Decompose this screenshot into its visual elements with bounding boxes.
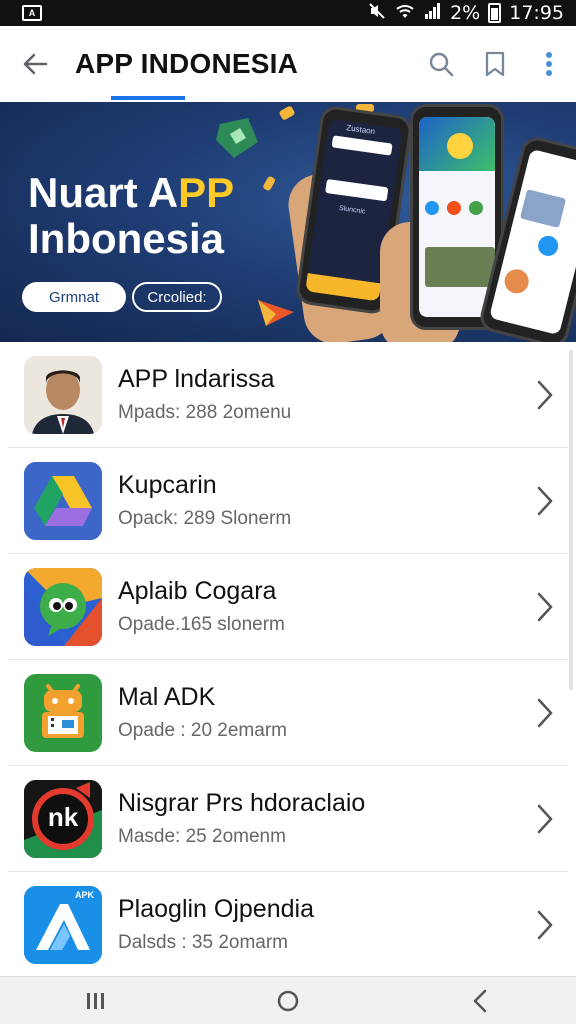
- chat-bubble-eyes-icon: [24, 567, 102, 646]
- app-list: APP lndarissa Mpads: 288 2omenu Kupcarin…: [8, 342, 568, 976]
- scrollbar[interactable]: [569, 350, 573, 690]
- banner-title: Nuart APP Inbonesia: [28, 170, 234, 262]
- app-subtitle: Mpads: 288 2omenu: [118, 402, 292, 423]
- banner-secondary-button[interactable]: Crcolied:: [132, 282, 222, 312]
- clock: 17:95: [509, 2, 564, 24]
- page-title: APP INDONESIA: [75, 48, 299, 79]
- chevron-right-icon: [537, 380, 553, 410]
- confetti-icon: [276, 102, 300, 131]
- speed-dial-icon: nk: [24, 779, 102, 858]
- apk-logo-text: APK: [74, 889, 94, 900]
- mute-icon: [368, 2, 386, 25]
- chevron-right-icon: [537, 698, 553, 728]
- promo-banner[interactable]: Nuart APP Inbonesia Grmnat Crcolied: Zus…: [0, 102, 576, 342]
- banner-title-line2: Inbonesia: [28, 215, 225, 262]
- phone-screen-text: Zustaon: [345, 123, 376, 137]
- app-title: Aplaib Cogara: [118, 577, 277, 605]
- app-title: Nisgrar Prs hdoraclaio: [118, 789, 366, 817]
- banner-title-line1: Nuart A: [28, 169, 179, 216]
- list-item[interactable]: nk Nisgrar Prs hdoraclaio Masde: 25 2ome…: [8, 766, 568, 872]
- app-title: Plaoglin Ojpendia: [118, 895, 314, 923]
- notification-app-icon: A: [22, 5, 42, 21]
- recents-icon[interactable]: [66, 977, 126, 1024]
- app-subtitle: Masde: 25 2omenm: [118, 826, 286, 847]
- wifi-icon: [394, 2, 416, 25]
- chevron-right-icon: [537, 486, 553, 516]
- app-subtitle: Opade : 20 2emarm: [118, 720, 287, 741]
- list-item[interactable]: Aplaib Cogara Opade.165 slonerm: [8, 554, 568, 660]
- apk-logo-icon: APK: [24, 885, 102, 964]
- signal-icon: [424, 2, 442, 25]
- confetti-icon: [262, 174, 278, 199]
- android-box-icon: [24, 673, 102, 752]
- tab-indicator: [111, 96, 185, 100]
- list-item[interactable]: Kupcarin Opack: 289 Slonerm: [8, 448, 568, 554]
- chevron-right-icon: [537, 804, 553, 834]
- back-arrow-icon[interactable]: [0, 26, 70, 102]
- banner-primary-button[interactable]: Grmnat: [22, 282, 126, 312]
- more-vert-icon[interactable]: [522, 26, 576, 102]
- drive-triangle-icon: [24, 461, 102, 540]
- back-icon[interactable]: [450, 977, 510, 1024]
- battery-icon: [488, 3, 502, 23]
- chevron-right-icon: [537, 592, 553, 622]
- speed-dial-icon-text: nk: [47, 801, 79, 832]
- app-title: APP lndarissa: [118, 365, 275, 393]
- phone-screen-caption: Sluncnic: [338, 204, 366, 216]
- gem-icon: [210, 114, 262, 167]
- bookmark-icon[interactable]: [468, 26, 522, 102]
- list-item[interactable]: APP lndarissa Mpads: 288 2omenu: [8, 342, 568, 448]
- list-item[interactable]: APK Plaoglin Ojpendia Dalsds : 35 2omarm: [8, 872, 568, 976]
- status-bar: A 2% 17:95: [0, 0, 576, 26]
- person-photo-icon: [24, 355, 102, 434]
- banner-title-accent: PP: [178, 169, 235, 216]
- battery-percent: 2%: [450, 2, 481, 24]
- chevron-right-icon: [537, 910, 553, 940]
- app-subtitle: Opade.165 slonerm: [118, 614, 285, 635]
- system-nav-bar: [0, 976, 576, 1024]
- list-item[interactable]: Mal ADK Opade : 20 2emarm: [8, 660, 568, 766]
- home-icon[interactable]: [258, 977, 318, 1024]
- app-subtitle: Opack: 289 Slonerm: [118, 508, 292, 529]
- play-triangle-icon: [256, 298, 296, 333]
- app-bar: APP INDONESIA: [0, 26, 576, 102]
- search-icon[interactable]: [414, 26, 468, 102]
- app-title: Kupcarin: [118, 471, 217, 499]
- app-subtitle: Dalsds : 35 2omarm: [118, 932, 289, 953]
- app-title: Mal ADK: [118, 683, 216, 711]
